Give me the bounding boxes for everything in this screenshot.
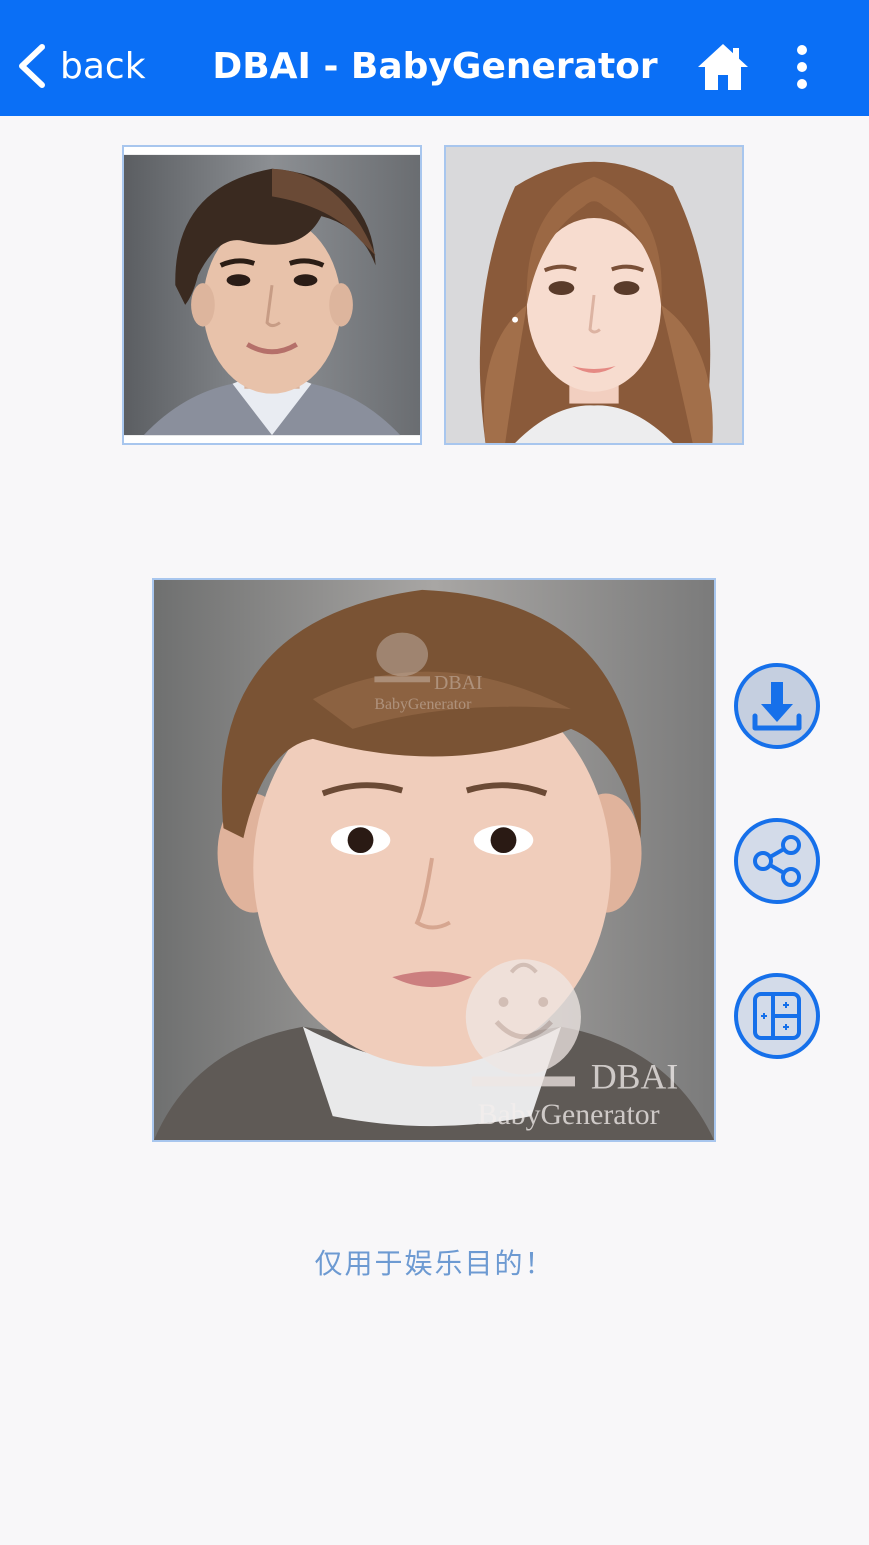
home-button[interactable] <box>696 40 750 94</box>
layout-button[interactable] <box>734 973 820 1059</box>
svg-text:DBAI: DBAI <box>591 1056 678 1096</box>
top-app-bar: back DBAI - BabyGenerator <box>0 0 869 116</box>
father-portrait-image <box>124 147 420 443</box>
share-button[interactable] <box>734 818 820 904</box>
more-vertical-icon <box>797 45 807 89</box>
father-photo[interactable] <box>122 145 422 445</box>
back-button[interactable]: back <box>12 30 172 102</box>
svg-text:DBAI: DBAI <box>434 672 483 694</box>
chevron-left-icon <box>19 44 45 88</box>
layout-grid-icon <box>753 992 801 1040</box>
share-icon <box>753 835 801 887</box>
generated-child-photo: DBAI BabyGenerator DBAI BabyGenerator <box>152 578 716 1142</box>
svg-text:BabyGenerator: BabyGenerator <box>374 696 472 713</box>
more-menu-button[interactable] <box>786 40 818 94</box>
mother-photo[interactable] <box>444 145 744 445</box>
page-title: DBAI - BabyGenerator <box>212 46 658 87</box>
home-icon <box>698 44 748 90</box>
mother-portrait-image <box>446 147 742 443</box>
download-button[interactable] <box>734 663 820 749</box>
svg-text:BabyGenerator: BabyGenerator <box>478 1098 660 1131</box>
back-label: back <box>60 45 146 87</box>
download-icon <box>752 682 802 731</box>
disclaimer-text: 仅用于娱乐目的！ <box>314 1247 555 1280</box>
child-portrait-image: DBAI BabyGenerator DBAI BabyGenerator <box>154 580 714 1140</box>
